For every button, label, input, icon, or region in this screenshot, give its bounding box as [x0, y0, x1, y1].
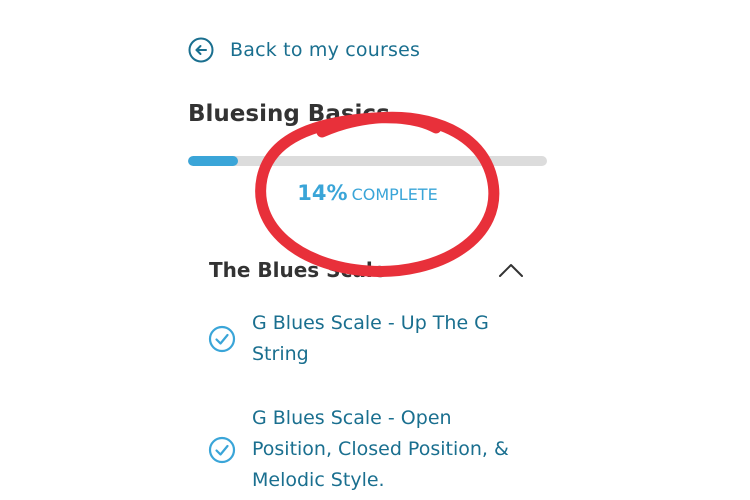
back-link-label: Back to my courses: [230, 39, 421, 61]
lesson-title: G Blues Scale - Open Position, Closed Po…: [252, 407, 509, 491]
course-progress-fill: [188, 156, 239, 166]
arrow-left-circle-icon: [188, 37, 214, 63]
progress-status: 14% COMPLETE: [188, 181, 547, 205]
check-circle-icon: [208, 325, 236, 353]
course-progress-bar: [188, 156, 547, 166]
lesson-item[interactable]: G Blues Scale - Open Position, Closed Po…: [208, 403, 517, 496]
lesson-title: G Blues Scale - Up The G String: [252, 312, 489, 365]
course-title: Bluesing Basics: [188, 101, 390, 127]
section-header-blues-scale[interactable]: The Blues Scale: [209, 255, 524, 285]
back-to-courses-link[interactable]: Back to my courses: [188, 37, 420, 63]
chevron-up-icon[interactable]: [498, 262, 524, 278]
progress-complete-label: COMPLETE: [351, 185, 438, 204]
section-title: The Blues Scale: [209, 258, 387, 282]
lesson-item[interactable]: G Blues Scale - Up The G String: [208, 308, 517, 370]
check-circle-icon: [208, 436, 236, 464]
progress-percent: 14%: [297, 181, 348, 205]
